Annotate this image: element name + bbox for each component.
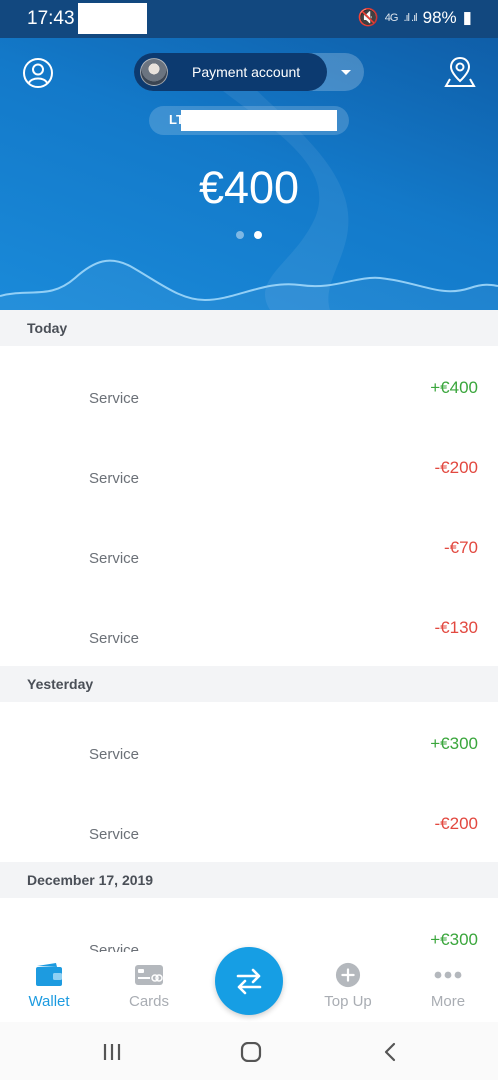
transaction-name: Service: [89, 390, 140, 407]
transfer-arrows-icon: [236, 968, 262, 995]
redacted-block: [78, 3, 147, 34]
nav-wallet-label: Wallet: [28, 993, 70, 1010]
transaction-name: Service: [89, 470, 140, 487]
section-header-date: December 17, 2019: [0, 862, 498, 898]
back-icon[interactable]: [381, 1042, 399, 1062]
bottom-navigation: Wallet Cards Top Up More: [0, 947, 498, 1022]
transaction-row[interactable]: Service -€130: [0, 586, 498, 666]
status-bar: 17:43 🔇 4G .ıl .ıl 98% ▮: [0, 0, 498, 38]
status-time: 17:43: [27, 8, 75, 29]
transfer-button[interactable]: [215, 947, 283, 1015]
status-icons: 🔇 4G .ıl .ıl 98% ▮: [358, 8, 472, 28]
transaction-row[interactable]: Service -€200: [0, 426, 498, 506]
nav-cards-label: Cards: [128, 993, 169, 1010]
home-icon[interactable]: [240, 1042, 262, 1062]
transaction-amount: +€300: [430, 734, 478, 753]
transaction-row[interactable]: Service -€200: [0, 782, 498, 862]
signal-icon: .ıl .ıl: [403, 12, 417, 24]
transaction-name: Service: [89, 942, 140, 952]
recent-apps-icon[interactable]: [101, 1042, 123, 1062]
battery-icon: ▮: [462, 8, 472, 27]
more-dots-icon: [434, 971, 462, 979]
transaction-amount: -€70: [443, 538, 478, 557]
nav-top-up[interactable]: Top Up: [303, 962, 393, 1010]
transaction-row[interactable]: Service -€70: [0, 506, 498, 586]
transaction-name: Service: [89, 746, 140, 763]
battery-level: 98%: [422, 8, 457, 27]
system-navigation-bar: [0, 1022, 498, 1080]
section-header-today: Today: [0, 310, 498, 346]
network-icon: 4G: [384, 12, 399, 24]
card-icon: [135, 965, 163, 985]
nav-more-label: More: [430, 993, 466, 1010]
transaction-name: Service: [89, 630, 140, 647]
plus-circle-icon: [335, 962, 361, 988]
transaction-amount: -€200: [434, 814, 478, 833]
transaction-name: Service: [89, 550, 140, 567]
nav-wallet[interactable]: Wallet: [4, 962, 94, 1010]
transaction-row[interactable]: Service +€300: [0, 702, 498, 782]
transaction-name: Service: [89, 826, 140, 843]
transaction-amount: -€130: [434, 618, 478, 637]
transaction-list[interactable]: Today Service +€400 Service -€200 Servic…: [0, 310, 498, 952]
nav-more[interactable]: More: [403, 962, 493, 1010]
mute-icon: 🔇: [357, 8, 379, 27]
transaction-row[interactable]: Service +€300: [0, 898, 498, 952]
wallet-icon: [36, 963, 62, 986]
transaction-amount: +€400: [430, 378, 478, 397]
transaction-amount: -€200: [434, 458, 478, 477]
transaction-amount: +€300: [430, 930, 478, 949]
balance-wave-graphic: [0, 259, 498, 310]
section-header-yesterday: Yesterday: [0, 666, 498, 702]
transaction-row[interactable]: Service +€400: [0, 346, 498, 426]
nav-top-up-label: Top Up: [324, 993, 372, 1010]
account-header: Payment account LT €400: [0, 38, 498, 310]
nav-cards[interactable]: Cards: [104, 962, 194, 1010]
